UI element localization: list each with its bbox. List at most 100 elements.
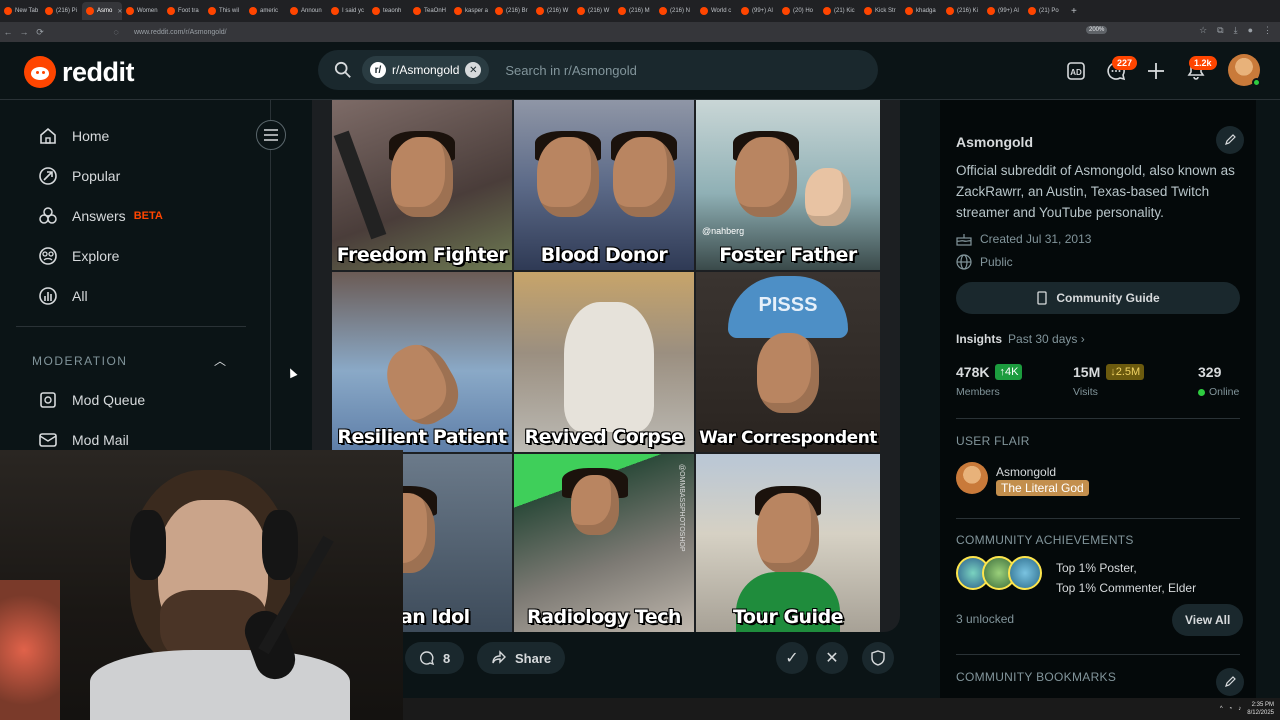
browser-tab[interactable]: khadga	[901, 2, 942, 20]
achievement-badge-icon[interactable]	[1008, 556, 1042, 590]
nav-divider	[16, 326, 246, 327]
search-scope-chip[interactable]: r/ r/Asmongold ✕	[362, 56, 490, 84]
zoom-badge[interactable]: 200%	[1086, 26, 1108, 34]
book-icon	[1037, 291, 1047, 305]
edit-bookmarks-button[interactable]	[1216, 668, 1244, 696]
browser-tab[interactable]: Women	[122, 2, 163, 20]
nav-item-mod-mail[interactable]: Mod Mail	[38, 430, 129, 450]
browser-tab[interactable]: (216) N	[655, 2, 696, 20]
svg-text:AD: AD	[1070, 68, 1082, 77]
star-icon[interactable]: ☆	[1199, 25, 1207, 36]
shield-icon[interactable]: ◌	[108, 27, 124, 37]
subreddit-icon: r/	[370, 62, 386, 78]
image-tile: PISSS War Correspondent	[696, 272, 880, 452]
volume-icon[interactable]: ♪	[1238, 706, 1241, 712]
tab-label: Foot tra	[178, 8, 199, 14]
browser-tab[interactable]: (20) Ho	[778, 2, 819, 20]
nav-item-all[interactable]: All	[38, 286, 88, 306]
user-avatar[interactable]	[1228, 54, 1261, 87]
browser-tab[interactable]: kasper a	[450, 2, 491, 20]
new-tab-icon[interactable]: +	[1071, 6, 1077, 17]
mod-shield-icon[interactable]	[862, 642, 894, 674]
advertise-icon[interactable]: AD	[1065, 60, 1087, 82]
browser-tab[interactable]: (216) Br	[491, 2, 532, 20]
browser-tab[interactable]: (99+) Al	[983, 2, 1024, 20]
browser-tab[interactable]: (216) Pi	[41, 2, 82, 20]
tab-favicon-icon	[1028, 7, 1036, 15]
flair-username: Asmongold	[996, 465, 1057, 479]
browser-tab[interactable]: This wil	[204, 2, 245, 20]
insights-label: Insights	[956, 332, 1003, 346]
pencil-icon	[1225, 676, 1236, 687]
search-input[interactable]: Search in r/Asmongold	[505, 63, 637, 78]
community-guide-button[interactable]: Community Guide	[956, 282, 1240, 314]
browser-tab[interactable]: teaonh	[368, 2, 409, 20]
reddit-logo[interactable]: reddit	[24, 56, 135, 88]
tab-label: (20) Ho	[793, 8, 814, 14]
nav-item-home[interactable]: Home	[38, 126, 109, 146]
forward-icon[interactable]: →	[16, 27, 32, 37]
profile-icon[interactable]: ●	[1248, 25, 1253, 36]
home-icon	[40, 127, 56, 144]
browser-tab[interactable]: (216) W	[573, 2, 614, 20]
back-icon[interactable]: ←	[0, 27, 16, 37]
chevron-right-icon: ›	[1077, 332, 1085, 346]
insights-period: Past 30 days	[1008, 332, 1078, 346]
browser-tab[interactable]: Kick Str	[860, 2, 901, 20]
tab-label: Asmo	[97, 8, 113, 14]
clear-scope-icon[interactable]: ✕	[465, 62, 482, 78]
search-bar[interactable]: r/ r/Asmongold ✕ Search in r/Asmongold	[318, 50, 878, 90]
comments-button[interactable]: 8	[405, 642, 465, 674]
edit-description-button[interactable]	[1216, 126, 1244, 154]
moderation-heading[interactable]: MODERATION	[32, 354, 127, 368]
tab-favicon-icon	[249, 7, 257, 15]
browser-tab[interactable]: (99+) Al	[737, 2, 778, 20]
flair-tag[interactable]: The Literal God	[996, 480, 1089, 496]
shroud-shape	[564, 302, 654, 432]
clock[interactable]: 2:35 PM 8/12/2025	[1247, 701, 1274, 717]
pencil-icon	[1225, 134, 1236, 145]
view-all-button[interactable]: View All	[1172, 604, 1244, 636]
tab-label: World c	[711, 8, 732, 14]
chevron-up-icon[interactable]: ︿	[214, 352, 226, 369]
tab-favicon-icon	[4, 7, 12, 15]
create-post-icon[interactable]	[1145, 60, 1167, 82]
browser-tab[interactable]: TeaOnH	[409, 2, 450, 20]
browser-tab[interactable]: Asmo ✕	[82, 2, 122, 20]
browser-tab[interactable]: World c	[696, 2, 737, 20]
nav-item-explore[interactable]: Explore	[38, 246, 119, 266]
share-button[interactable]: Share	[477, 642, 566, 674]
browser-tab[interactable]: (216) W	[532, 2, 573, 20]
browser-tab[interactable]: I said yc	[327, 2, 368, 20]
url-text[interactable]: www.reddit.com/r/Asmongold/	[134, 29, 227, 36]
tab-label: (216) W	[547, 8, 569, 14]
browser-tab[interactable]: (21) Kic	[819, 2, 860, 20]
nav-item-mod-queue[interactable]: Mod Queue	[38, 390, 145, 410]
approve-icon[interactable]: ✓	[776, 642, 808, 674]
insights-row[interactable]: Insights Past 30 days ›	[956, 332, 1085, 346]
extensions-icon[interactable]: ⧉	[1217, 25, 1223, 36]
stat-visits: 15M ↓2.5M Visits	[1073, 364, 1145, 398]
download-icon[interactable]: ⤓	[1234, 25, 1238, 36]
members-label: Members	[956, 386, 1000, 398]
browser-tab[interactable]: (21) Po	[1024, 2, 1065, 20]
tab-label: Women	[137, 8, 158, 14]
browser-tab[interactable]: New Tab	[0, 2, 41, 20]
nav-item-answers[interactable]: Answers BETA	[38, 206, 163, 226]
reload-icon[interactable]: ⟳	[32, 27, 48, 38]
remove-icon[interactable]: ✕	[816, 642, 848, 674]
nav-item-popular[interactable]: Popular	[38, 166, 120, 186]
menu-icon[interactable]: ⋮	[1263, 25, 1272, 36]
collapse-nav-button[interactable]	[256, 120, 286, 150]
browser-tab[interactable]: americ	[245, 2, 286, 20]
browser-tab[interactable]: Announ	[286, 2, 327, 20]
network-icon[interactable]: ◔	[1229, 706, 1233, 712]
tab-favicon-icon	[372, 7, 380, 15]
nav-label: Home	[72, 128, 110, 144]
browser-tab[interactable]: (216) Ki	[942, 2, 983, 20]
browser-tab[interactable]: Foot tra	[163, 2, 204, 20]
tab-favicon-icon	[413, 7, 421, 15]
chevron-up-icon[interactable]: ^	[1220, 706, 1223, 712]
image-tile: Freedom Fighter	[332, 100, 512, 270]
browser-tab[interactable]: (216) M	[614, 2, 655, 20]
